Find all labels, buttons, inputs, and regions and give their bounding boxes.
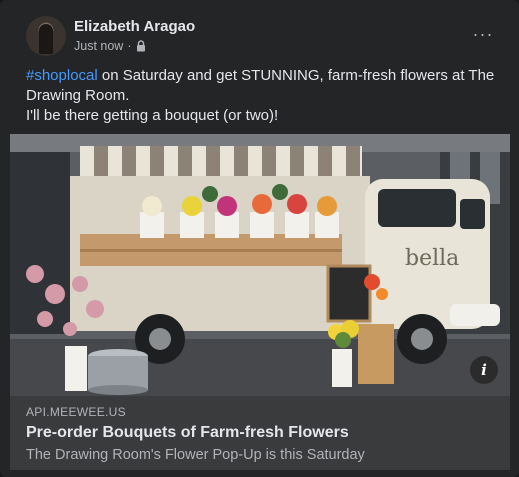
- post-image[interactable]: bella i: [10, 134, 510, 396]
- bella-logo: bella: [405, 246, 459, 271]
- flower-truck-photo: bella: [10, 134, 510, 396]
- post-card: Elizabeth Aragao Just now · ··· #shoploc…: [0, 0, 519, 477]
- lock-icon[interactable]: [136, 40, 146, 52]
- meta-separator: ·: [127, 39, 132, 53]
- post-text-line2: I'll be there getting a bouquet (or two)…: [26, 107, 279, 124]
- post-meta: Just now ·: [74, 39, 146, 53]
- link-title[interactable]: Pre-order Bouquets of Farm-fresh Flowers: [26, 424, 349, 442]
- link-description: The Drawing Room's Flower Pop-Up is this…: [26, 447, 365, 463]
- more-options-icon[interactable]: ···: [469, 20, 497, 48]
- avatar[interactable]: [26, 16, 66, 56]
- author-name[interactable]: Elizabeth Aragao: [74, 18, 195, 35]
- timestamp[interactable]: Just now: [74, 39, 123, 53]
- link-preview[interactable]: API.MEEWEE.US Pre-order Bouquets of Farm…: [10, 396, 510, 470]
- post-header: Elizabeth Aragao Just now · ···: [14, 16, 505, 58]
- hashtag-link[interactable]: #shoplocal: [26, 67, 98, 84]
- link-domain: API.MEEWEE.US: [26, 405, 126, 419]
- info-icon[interactable]: i: [470, 356, 498, 384]
- post-text: #shoplocal on Saturday and get STUNNING,…: [26, 66, 499, 126]
